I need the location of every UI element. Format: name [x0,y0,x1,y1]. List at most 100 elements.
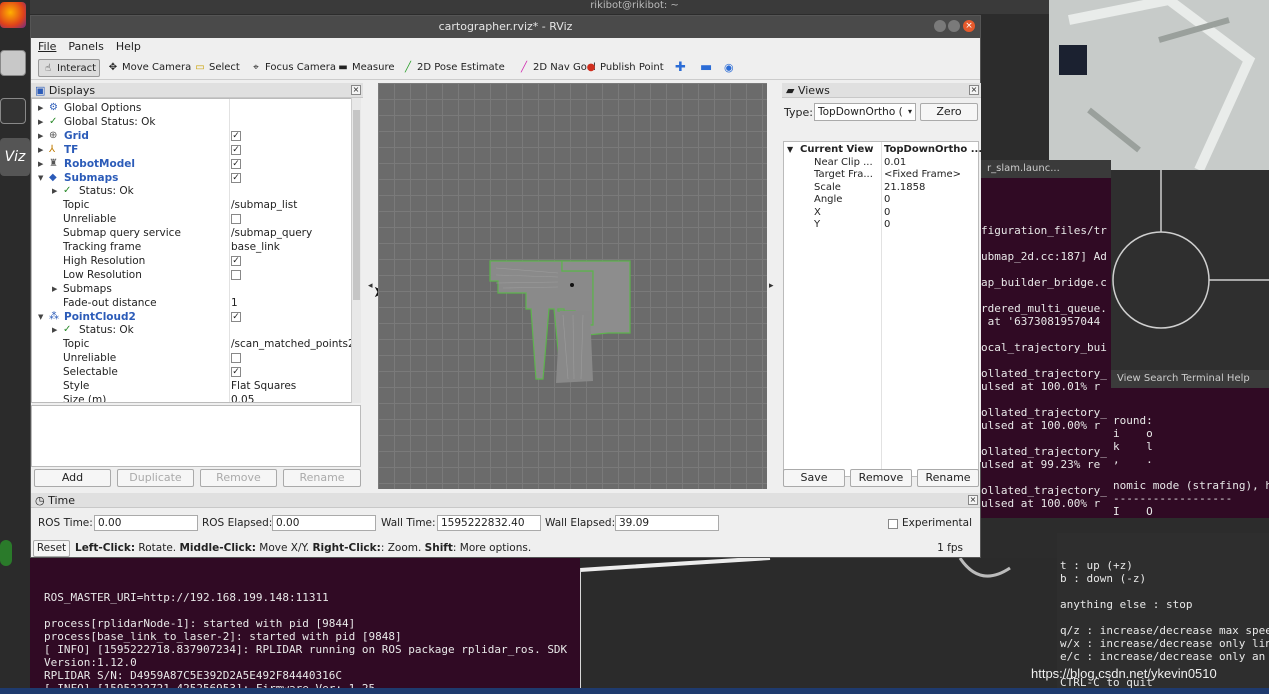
display-row[interactable]: Submap query service/submap_query [32,226,350,240]
collapse-arrow-icon[interactable]: ▼ [38,310,43,324]
display-checkbox[interactable] [231,353,241,364]
display-row[interactable]: ▶ ⅄ TF ✓ [32,143,350,157]
display-row[interactable]: ▶ ⚙ Global Options [32,101,350,115]
view-property-row[interactable]: Target Fra... <Fixed Frame> [784,169,980,182]
expand-arrow-icon[interactable]: ▶ [38,157,43,171]
save-view-button[interactable]: Save [783,469,845,487]
minimize-icon[interactable] [934,20,946,32]
view-property-row[interactable]: Scale 21.1858 [784,182,980,195]
display-checkbox[interactable]: ✓ [231,158,241,169]
expand-arrow-icon[interactable]: ▶ [38,143,43,157]
close-icon[interactable]: × [963,20,975,32]
view-property-row[interactable]: Near Clip ... 0.01 [784,157,980,170]
splitter-handle-left[interactable]: ◂ [368,281,373,291]
menu-bar: File Panels Help [31,38,980,56]
pose-estimate-tool[interactable]: ╱ 2D Pose Estimate [399,59,508,77]
view-type-select[interactable]: TopDownOrtho ( ▾ [814,103,916,121]
rviz-dock-icon[interactable]: Viz [0,138,30,176]
terminal-menu-item[interactable]: Help [1227,373,1250,384]
display-row[interactable]: ▼ ◆ Submaps ✓ [32,171,350,185]
display-row[interactable]: Topic/submap_list [32,198,350,212]
displays-scrollbar[interactable] [351,98,361,403]
firefox-icon[interactable] [0,2,26,28]
interact-tool[interactable]: ☝ Interact [38,59,101,77]
display-row[interactable]: ▶ ✓ Global Status: Ok [32,115,350,129]
display-row[interactable]: Style Flat Squares [32,379,350,393]
display-row[interactable]: ▶ ⊕ Grid ✓ [32,129,350,143]
menu-file[interactable]: File [31,38,61,53]
menu-panels[interactable]: Panels [61,38,108,53]
display-row[interactable]: Low Resolution [32,268,350,282]
wall-elapsed-field[interactable]: 39.09 [615,515,719,531]
select-tool[interactable]: ▭ Select [191,59,243,77]
display-row[interactable]: Unreliable [32,351,350,365]
rename-display-button[interactable]: Rename [283,469,361,487]
terminal-menu-item[interactable]: Search [1144,373,1182,384]
display-checkbox[interactable]: ✓ [231,255,241,266]
displays-scroll-thumb[interactable] [353,110,360,300]
measure-tool[interactable]: ▬ Measure [334,59,398,77]
display-checkbox[interactable] [231,269,241,280]
splitter-handle-right[interactable]: ▸ [769,281,774,291]
expand-arrow-icon[interactable]: ▶ [38,101,43,115]
zero-button[interactable]: Zero [920,103,978,121]
display-row[interactable]: Selectable ✓ [32,365,350,379]
display-row[interactable]: Unreliable [32,212,350,226]
displays-close-icon[interactable]: × [351,85,361,95]
terminal-slam-titlebar[interactable]: r_slam.launc... [981,160,1111,178]
app-icon[interactable] [0,540,12,566]
display-checkbox[interactable]: ✓ [231,367,241,378]
display-row[interactable]: ▶ ♜ RobotModel ✓ [32,157,350,171]
move-camera-tool[interactable]: ✥ Move Camera [104,59,194,77]
menu-help[interactable]: Help [109,38,146,53]
add-tool-button[interactable]: ✚ [672,59,689,77]
remove-display-button[interactable]: Remove [200,469,277,487]
remove-view-button[interactable]: Remove [850,469,912,487]
display-row[interactable]: ▶ ✓ Status: Ok [32,184,350,198]
experimental-checkbox[interactable] [888,519,898,529]
time-close-icon[interactable]: × [968,495,978,505]
view-property-row[interactable]: Angle 0 [784,194,980,207]
rename-view-button[interactable]: Rename [917,469,979,487]
publish-point-tool[interactable]: ● Publish Point [582,59,667,77]
terminal-icon[interactable] [0,98,26,124]
display-checkbox[interactable] [231,214,241,225]
focus-camera-tool[interactable]: ⌖ Focus Camera [247,59,339,77]
display-row[interactable]: High Resolution ✓ [32,254,350,268]
files-icon[interactable] [0,50,26,76]
display-row[interactable]: ▼ ⁂ PointCloud2 ✓ [32,310,350,324]
expand-arrow-icon[interactable]: ▶ [52,184,57,198]
expand-arrow-icon[interactable]: ▶ [38,129,43,143]
display-checkbox[interactable]: ✓ [231,144,241,155]
remove-tool-button[interactable]: ▬ [697,59,715,77]
map-3d-view[interactable] [378,83,767,489]
current-view-row[interactable]: ▼ Current View TopDownOrtho ... [784,144,982,157]
display-row[interactable]: Size (m) 0.05 [32,393,350,402]
display-row[interactable]: Tracking frame base_link [32,240,350,254]
camera-type-button[interactable]: ◉ [721,59,737,77]
display-checkbox[interactable]: ✓ [231,130,241,141]
reset-button[interactable]: Reset [33,540,70,557]
display-row[interactable]: ▶ Submaps [32,282,350,296]
window-titlebar[interactable]: cartographer.rviz* - RViz × [31,16,980,38]
display-checkbox[interactable]: ✓ [231,311,241,322]
views-close-icon[interactable]: × [969,85,979,95]
ros-time-field[interactable]: 0.00 [94,515,198,531]
display-row[interactable]: ▶ ✓ Status: Ok [32,323,350,337]
expand-arrow-icon[interactable]: ▶ [52,323,57,337]
display-row[interactable]: Topic/scan_matched_points2 [32,337,355,351]
expand-arrow-icon[interactable]: ▶ [38,115,43,129]
wall-time-field[interactable]: 1595222832.40 [437,515,541,531]
display-checkbox[interactable]: ✓ [231,172,241,183]
collapse-arrow-icon[interactable]: ▼ [38,171,43,185]
add-button[interactable]: Add [34,469,111,487]
maximize-icon[interactable] [948,20,960,32]
terminal-menu-item[interactable]: View [1117,373,1144,384]
expand-arrow-icon[interactable]: ▶ [52,282,57,296]
duplicate-button[interactable]: Duplicate [117,469,194,487]
display-row[interactable]: Fade-out distance 1 [32,296,350,310]
view-property-row[interactable]: Y0 [784,219,980,232]
terminal-menu-item[interactable]: Terminal [1181,373,1226,384]
view-property-row[interactable]: X0 [784,207,980,220]
ros-elapsed-field[interactable]: 0.00 [272,515,376,531]
